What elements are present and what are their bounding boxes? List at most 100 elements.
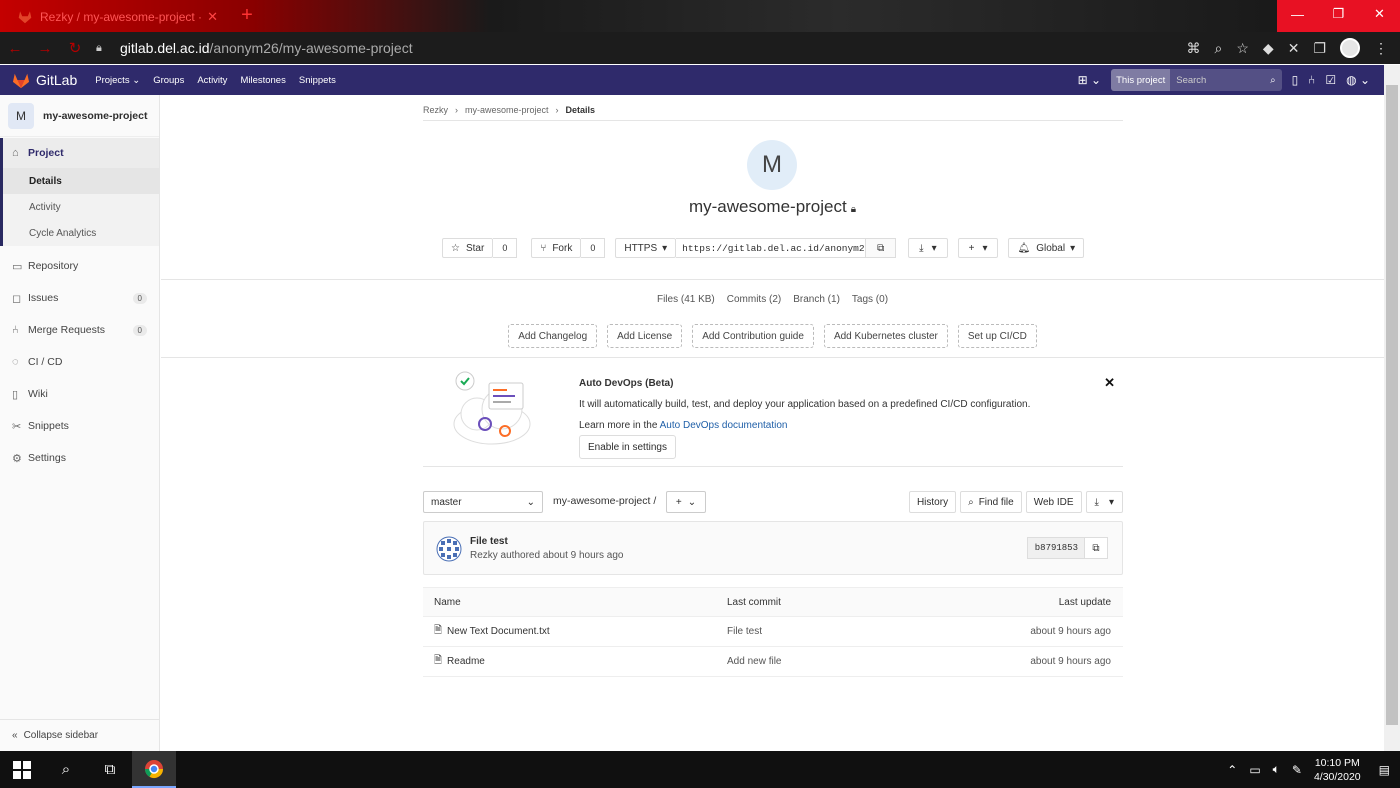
notifications-icon[interactable]: ▤ bbox=[1379, 763, 1390, 777]
add-contribution-guide-button[interactable]: Add Contribution guide bbox=[692, 324, 814, 348]
stat-files[interactable]: Files (41 KB) bbox=[657, 294, 715, 305]
start-button[interactable] bbox=[0, 760, 44, 779]
clock[interactable]: 10:10 PM 4/30/2020 bbox=[1314, 756, 1361, 784]
close-tab-icon[interactable]: ✕ bbox=[207, 9, 218, 25]
author-avatar[interactable] bbox=[436, 536, 462, 562]
sidebar-project-header[interactable]: M my-awesome-project bbox=[0, 95, 159, 137]
merge-requests-icon[interactable]: ⑃ bbox=[1308, 73, 1315, 87]
file-name-link[interactable]: New Text Document.txt bbox=[447, 626, 550, 637]
sidebar-subitem-cycle-analytics[interactable]: Cycle Analytics bbox=[3, 220, 159, 246]
menu-kebab-icon[interactable]: ⋮ bbox=[1374, 40, 1388, 57]
clone-protocol-dropdown[interactable]: HTTPS ▾ bbox=[615, 238, 677, 258]
breadcrumb-current[interactable]: Details bbox=[566, 105, 596, 115]
close-icon[interactable]: ✕ bbox=[1104, 375, 1115, 391]
menu-groups[interactable]: Groups bbox=[153, 75, 184, 86]
table-row[interactable]: 🗎︎ New Text Document.txt File test about … bbox=[423, 617, 1123, 647]
copy-url-button[interactable]: ⧉ bbox=[866, 238, 897, 258]
commit-sha[interactable]: b8791853 bbox=[1026, 537, 1086, 559]
search-input[interactable]: Search bbox=[1170, 75, 1270, 86]
breadcrumb-project[interactable]: my-awesome-project bbox=[465, 105, 549, 115]
todos-icon[interactable]: ☑ bbox=[1325, 73, 1336, 87]
profile-avatar[interactable] bbox=[1340, 38, 1360, 58]
add-dropdown[interactable]: + ▾ bbox=[957, 238, 999, 258]
sidebar-item-wiki[interactable]: ▯ Wiki bbox=[0, 378, 159, 410]
battery-icon[interactable]: ▭ bbox=[1249, 763, 1260, 777]
sidebar-item-repository[interactable]: ▭ Repository bbox=[0, 250, 159, 282]
extension-icon[interactable]: ◆ bbox=[1263, 40, 1274, 57]
url-field[interactable]: 🔒︎ gitlab.del.ac.id/anonym26/my-awesome-… bbox=[96, 40, 413, 56]
fork-button[interactable]: ⑂ Fork bbox=[531, 238, 582, 258]
table-row[interactable]: 🗎︎ Readme Add new file about 9 hours ago bbox=[423, 647, 1123, 677]
file-last-commit[interactable]: Add new file bbox=[727, 656, 957, 667]
breadcrumb-owner[interactable]: Rezky bbox=[423, 105, 448, 115]
volume-icon[interactable]: 🔈︎ bbox=[1273, 762, 1280, 777]
task-view-icon[interactable]: ⧉ bbox=[88, 761, 132, 778]
search-scope[interactable]: This project bbox=[1111, 69, 1171, 91]
history-button[interactable]: History bbox=[908, 491, 957, 513]
new-tab-button[interactable]: + bbox=[236, 5, 258, 27]
stat-commits[interactable]: Commits (2) bbox=[727, 294, 781, 305]
clone-url-field[interactable]: https://gitlab.del.ac.id/anonym26/my-awe… bbox=[676, 238, 867, 258]
star-count[interactable]: 0 bbox=[493, 238, 518, 258]
stat-tags[interactable]: Tags (0) bbox=[852, 294, 888, 305]
search-icon[interactable]: ⌕ bbox=[44, 761, 88, 778]
file-last-commit[interactable]: File test bbox=[727, 626, 957, 637]
extension-copy-icon[interactable]: ❐ bbox=[1313, 40, 1326, 57]
restore-icon[interactable]: ❐ bbox=[1318, 0, 1359, 28]
extension-x-icon[interactable]: ✕ bbox=[1288, 40, 1300, 57]
sidebar-item-ci-cd[interactable]: ◌ CI / CD bbox=[0, 346, 159, 378]
file-name-link[interactable]: Readme bbox=[447, 656, 485, 667]
gitlab-logo[interactable]: GitLab bbox=[12, 72, 77, 89]
find-file-button[interactable]: ⌕ Find file bbox=[960, 491, 1022, 513]
sidebar-item-settings[interactable]: ⚙ Settings bbox=[0, 442, 159, 474]
bookmark-star-icon[interactable]: ☆ bbox=[1236, 40, 1249, 57]
close-window-icon[interactable]: ✕ bbox=[1359, 0, 1400, 28]
reload-icon[interactable]: ↻ bbox=[60, 39, 90, 57]
stat-branch[interactable]: Branch (1) bbox=[793, 294, 840, 305]
scrollbar-thumb[interactable] bbox=[1386, 85, 1398, 725]
browser-tab[interactable]: Rezky / my-awesome-project · G ✕ bbox=[8, 2, 228, 32]
add-kubernetes-cluster-button[interactable]: Add Kubernetes cluster bbox=[823, 324, 948, 348]
back-icon[interactable]: ← bbox=[0, 40, 30, 57]
commit-message[interactable]: File test bbox=[470, 536, 508, 547]
setup-ci-cd-button[interactable]: Set up CI/CD bbox=[957, 324, 1037, 348]
sidebar-item-issues[interactable]: ◻ Issues 0 bbox=[0, 282, 159, 314]
notification-dropdown[interactable]: 🔔︎ Global ▾ bbox=[1008, 238, 1085, 258]
devops-docs-link[interactable]: Auto DevOps documentation bbox=[660, 420, 788, 431]
table-header: Name Last commit Last update bbox=[423, 587, 1123, 617]
sidebar-subitem-details[interactable]: Details bbox=[3, 168, 159, 194]
web-ide-button[interactable]: Web IDE bbox=[1025, 491, 1082, 513]
menu-snippets[interactable]: Snippets bbox=[299, 75, 336, 86]
page-scrollbar[interactable] bbox=[1384, 65, 1400, 751]
menu-activity[interactable]: Activity bbox=[197, 75, 227, 86]
sidebar-item-snippets[interactable]: ✂ Snippets bbox=[0, 410, 159, 442]
minimize-icon[interactable]: — bbox=[1277, 0, 1318, 28]
enable-in-settings-button[interactable]: Enable in settings bbox=[579, 435, 676, 459]
branch-select[interactable]: master ⌄ bbox=[423, 491, 543, 513]
forward-icon[interactable]: → bbox=[30, 40, 60, 57]
sidebar-subitem-activity[interactable]: Activity bbox=[3, 194, 159, 220]
sidebar-item-project[interactable]: ⌂ Project bbox=[0, 138, 159, 168]
chevron-up-icon[interactable]: ⌃ bbox=[1227, 763, 1237, 777]
copy-sha-button[interactable]: ⧉ bbox=[1084, 537, 1108, 559]
download-dropdown[interactable]: ⤓ ▾ bbox=[908, 238, 948, 258]
chrome-taskbar-icon[interactable] bbox=[132, 751, 176, 788]
add-license-button[interactable]: Add License bbox=[607, 324, 683, 348]
zoom-icon[interactable]: ⌕ bbox=[1215, 40, 1223, 57]
fork-count[interactable]: 0 bbox=[581, 238, 606, 258]
new-dropdown-icon[interactable]: ⊞ ⌄ bbox=[1078, 73, 1101, 87]
user-avatar-icon[interactable]: ◍ ⌄ bbox=[1346, 73, 1370, 87]
add-changelog-button[interactable]: Add Changelog bbox=[508, 324, 598, 348]
sidebar-toggle-icon[interactable]: ▯ bbox=[1292, 73, 1299, 87]
menu-milestones[interactable]: Milestones bbox=[240, 75, 285, 86]
pen-icon[interactable]: ✎ bbox=[1292, 763, 1302, 777]
add-to-tree-dropdown[interactable]: + ⌄ bbox=[666, 491, 706, 513]
repo-path-root[interactable]: my-awesome-project bbox=[553, 495, 650, 507]
translate-icon[interactable]: ⌘ bbox=[1187, 40, 1201, 57]
menu-projects[interactable]: Projects ⌄ bbox=[95, 75, 140, 86]
search-box[interactable]: This project Search ⌕ bbox=[1111, 69, 1282, 91]
download-dropdown[interactable]: ⤓ ▾ bbox=[1085, 491, 1123, 513]
collapse-sidebar-button[interactable]: « Collapse sidebar bbox=[0, 719, 159, 751]
star-button[interactable]: ☆ Star bbox=[442, 238, 494, 258]
sidebar-item-merge-requests[interactable]: ⑃ Merge Requests 0 bbox=[0, 314, 159, 346]
